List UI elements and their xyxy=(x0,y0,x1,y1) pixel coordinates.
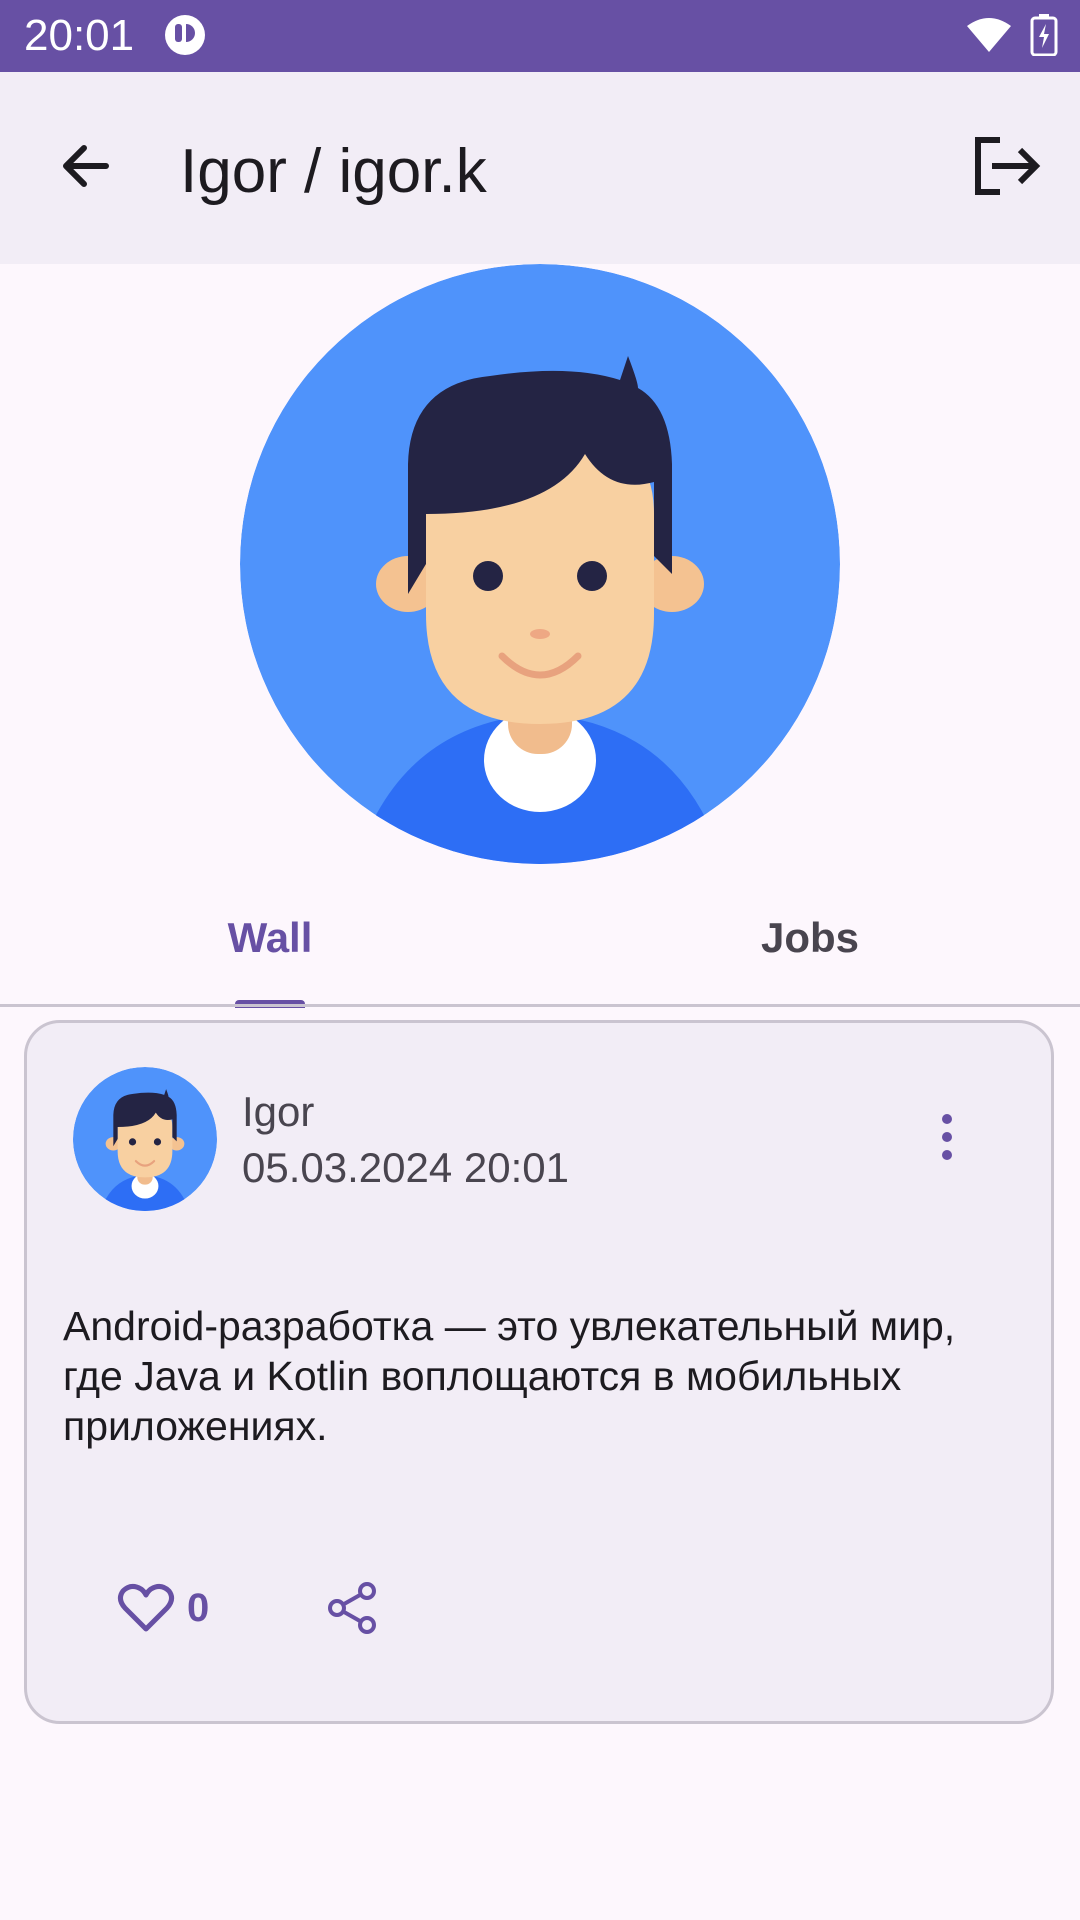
post-author: Igor xyxy=(242,1088,315,1135)
heart-outline-icon[interactable] xyxy=(117,1579,175,1637)
app-notification-icon xyxy=(165,15,205,55)
like-count: 0 xyxy=(187,1586,210,1630)
post-card[interactable]: Igor 05.03.2024 20:01 Android-разработка… xyxy=(24,1020,1054,1724)
status-time: 20:01 xyxy=(24,11,135,60)
wifi-icon xyxy=(967,18,1011,52)
arrow-back-icon[interactable] xyxy=(44,124,128,208)
share-icon[interactable] xyxy=(323,1579,381,1637)
logout-icon[interactable] xyxy=(962,124,1046,208)
page-title: Igor / igor.k xyxy=(180,137,487,206)
tab-jobs[interactable]: Jobs xyxy=(540,880,1080,1004)
tab-wall[interactable]: Wall xyxy=(0,880,540,1004)
profile-avatar xyxy=(240,264,840,864)
post-author-avatar[interactable] xyxy=(73,1067,217,1211)
tabs-divider xyxy=(0,1004,1080,1007)
post-text: Android-разработка — это увлекательный м… xyxy=(63,1303,956,1449)
post-date: 05.03.2024 20:01 xyxy=(242,1144,569,1191)
status-bar: 20:01 xyxy=(0,0,1080,72)
profile-tabs: Wall Jobs xyxy=(0,880,1080,1008)
battery-charging-icon xyxy=(1030,14,1058,56)
more-vert-icon[interactable] xyxy=(917,1107,977,1167)
top-app-bar: Igor / igor.k xyxy=(0,72,1080,264)
